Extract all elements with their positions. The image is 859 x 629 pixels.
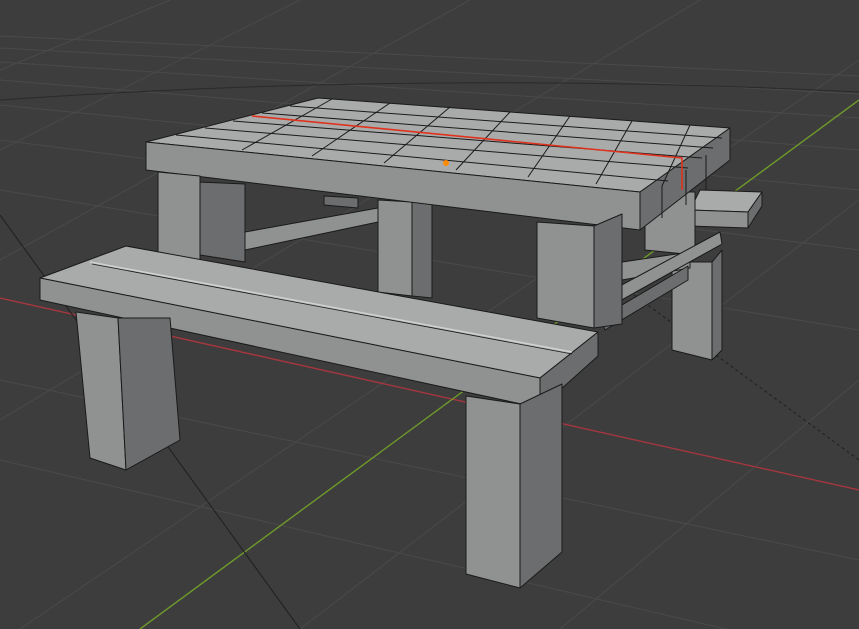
front-right-leg-side[interactable] <box>593 213 623 329</box>
back-bench-front[interactable] <box>689 209 749 229</box>
front-right-leg[interactable] <box>536 221 595 329</box>
back-middle-leg-side[interactable] <box>411 194 433 299</box>
picnic-table-mesh[interactable] <box>39 97 763 589</box>
grid-line <box>0 459 729 629</box>
grid-line <box>0 0 171 71</box>
object-origin-point[interactable] <box>443 160 449 166</box>
front-bench-right-leg-side[interactable] <box>519 383 563 589</box>
back-left-leg[interactable] <box>197 181 246 263</box>
front-bench[interactable] <box>39 245 599 589</box>
front-bench-left-leg-side[interactable] <box>117 317 181 471</box>
viewport-scene[interactable] <box>0 0 859 629</box>
3d-viewport[interactable] <box>0 0 859 629</box>
stretcher-left-under[interactable] <box>323 195 359 209</box>
front-bench-right-leg[interactable] <box>465 395 521 589</box>
stretcher-left[interactable] <box>244 207 379 251</box>
grid-line <box>0 47 859 95</box>
back-bench-leg-side[interactable] <box>711 249 723 361</box>
grid-line <box>559 379 859 629</box>
back-middle-leg[interactable] <box>377 199 413 297</box>
front-left-leg[interactable] <box>157 171 201 263</box>
